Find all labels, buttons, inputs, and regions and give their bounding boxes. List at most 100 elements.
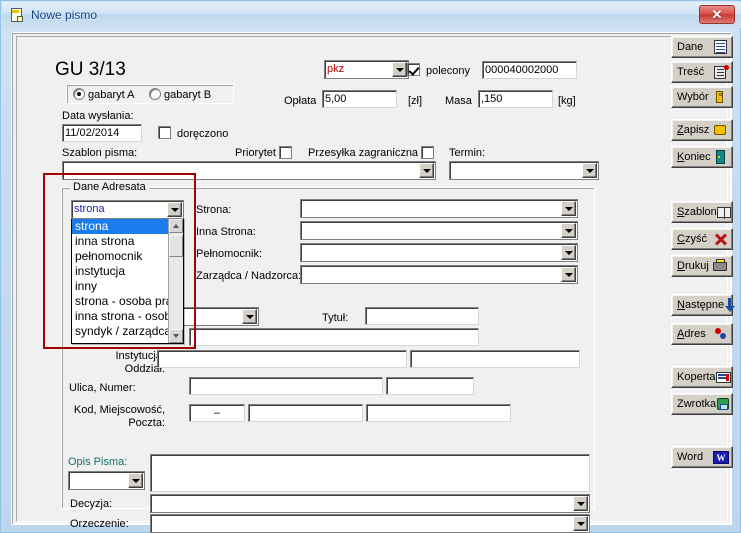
client-area: GU 3/13 gabaryt A gabaryt B Data wysłani…	[11, 32, 732, 533]
checkbox-foreign-shipment[interactable]	[421, 146, 434, 159]
label-strona: Strona:	[196, 204, 232, 216]
label-deadline: Termin:	[449, 147, 486, 159]
chevron-down-icon[interactable]	[561, 245, 576, 260]
document-list-icon	[713, 39, 729, 55]
next-arrow-icon	[724, 297, 740, 313]
button-label-rest: apisz	[683, 123, 710, 136]
tytul-input[interactable]	[365, 307, 479, 325]
inna-strona-combo[interactable]	[300, 221, 578, 240]
button-drukuj[interactable]: Drukuj	[671, 255, 733, 277]
dropdown-item[interactable]: inna strona	[72, 234, 183, 249]
checkbox-delivered[interactable]	[158, 126, 171, 139]
addressee-role-combo[interactable]: strona	[71, 200, 184, 219]
label-instytucja-line2: Oddział:	[124, 363, 165, 375]
label-date-sent: Data wysłania:	[62, 110, 134, 122]
pelnomocnik-combo[interactable]	[300, 243, 578, 262]
chevron-down-icon[interactable]	[561, 267, 576, 282]
chevron-down-icon[interactable]	[582, 163, 597, 178]
exit-door-icon	[713, 149, 729, 165]
button-zwrotka[interactable]: Zwrotka	[671, 393, 733, 415]
label-gabaryt-b: gabaryt B	[164, 89, 212, 101]
addressee-role-dropdown-list[interactable]: strona inna strona pełnomocnik instytucj…	[71, 218, 184, 344]
chevron-down-icon[interactable]	[419, 163, 434, 178]
label-priority: Priorytet	[235, 147, 276, 159]
hand-save-icon	[713, 123, 729, 138]
radio-gabaryt-b[interactable]	[149, 88, 161, 100]
date-sent-input[interactable]: 11/02/2014	[62, 124, 142, 142]
chevron-down-icon[interactable]	[242, 309, 257, 324]
opis-pisma-combo[interactable]	[68, 471, 145, 490]
oddzial-input[interactable]	[410, 350, 580, 368]
dropdown-item[interactable]: inna strona - osoba	[72, 309, 183, 324]
shipment-type-combo[interactable]: pkz	[324, 60, 409, 79]
return-receipt-icon	[716, 397, 732, 412]
dropdown-item[interactable]: inny	[72, 279, 183, 294]
label-orzeczenie: Orzeczenie:	[70, 518, 129, 530]
button-szablon[interactable]: Szablon	[671, 201, 733, 223]
dropdown-item[interactable]: instytucja	[72, 264, 183, 279]
miejscowosc-input[interactable]	[248, 404, 363, 422]
dropdown-item[interactable]: strona - osoba prawna	[72, 294, 183, 309]
button-zapisz[interactable]: Zapisz	[671, 119, 733, 141]
opis-pisma-textarea[interactable]	[150, 454, 590, 492]
button-koperta[interactable]: Koperta	[671, 366, 733, 388]
button-label: Czyść	[677, 232, 707, 245]
tracking-number-input[interactable]: 000040002000	[482, 61, 577, 79]
label-fee: Opłata	[284, 95, 317, 107]
radio-gabaryt-a[interactable]	[73, 88, 85, 100]
checkbox-priority[interactable]	[279, 146, 292, 159]
chevron-down-icon[interactable]	[561, 223, 576, 238]
dropdown-item[interactable]: strona	[72, 219, 183, 234]
zarzadca-nadzorca-combo[interactable]	[300, 265, 578, 284]
orzeczenie-combo[interactable]	[150, 514, 590, 533]
deadline-combo[interactable]	[449, 161, 599, 180]
mass-input[interactable]: ,150	[478, 90, 553, 108]
fee-input[interactable]: 5,00	[322, 90, 397, 108]
scrollbar-thumb[interactable]	[169, 235, 183, 257]
button-label: Drukuj	[677, 259, 709, 272]
window-title: Nowe pismo	[31, 8, 98, 22]
button-nastepne[interactable]: Następne	[671, 294, 736, 316]
label-instytucja-line1: Instytucja,	[115, 350, 165, 362]
form-panel: GU 3/13 gabaryt A gabaryt B Data wysłani…	[16, 36, 728, 533]
strona-combo[interactable]	[300, 199, 578, 218]
button-wybor[interactable]: Wybór	[671, 86, 733, 108]
accel-key: N	[677, 298, 685, 311]
template-combo[interactable]	[62, 161, 436, 180]
button-label: Koniec	[677, 150, 711, 163]
close-button[interactable]: ✕	[699, 5, 735, 24]
chevron-down-icon[interactable]	[167, 202, 182, 217]
scroll-up-icon[interactable]	[169, 219, 183, 233]
scroll-down-icon[interactable]	[169, 329, 183, 343]
decyzja-combo[interactable]	[150, 494, 590, 513]
button-word[interactable]: Word W	[671, 446, 733, 468]
label-gabaryt-a: gabaryt A	[88, 89, 135, 101]
dropdown-item[interactable]: syndyk / zarządca	[72, 324, 183, 339]
label-delivered: doręczono	[177, 128, 229, 140]
ulica-input[interactable]	[189, 377, 383, 395]
dropdown-scrollbar[interactable]	[168, 219, 183, 343]
instytucja-input[interactable]	[157, 350, 407, 368]
chevron-down-icon[interactable]	[561, 201, 576, 216]
checkbox-registered[interactable]	[407, 63, 420, 76]
addressee-kind-combo[interactable]	[177, 307, 259, 326]
button-dane[interactable]: Dane	[671, 36, 733, 58]
numer-input[interactable]	[386, 377, 474, 395]
chevron-down-icon[interactable]	[573, 516, 588, 531]
document-icon	[9, 7, 25, 23]
button-czysc[interactable]: Czyść	[671, 228, 733, 250]
shipment-type-value: pkz	[327, 63, 345, 75]
chevron-down-icon[interactable]	[573, 496, 588, 511]
chevron-down-icon[interactable]	[392, 62, 407, 77]
button-label: Treść	[677, 65, 705, 78]
adresat-input[interactable]	[189, 328, 479, 346]
button-label: Szablon	[677, 205, 717, 218]
button-koniec[interactable]: Koniec	[671, 146, 733, 168]
button-tresc[interactable]: Treść	[671, 61, 733, 83]
poczta-input[interactable]	[366, 404, 511, 422]
kod-input[interactable]: –	[189, 404, 245, 422]
label-template: Szablon pisma:	[62, 147, 138, 159]
dropdown-item[interactable]: pełnomocnik	[72, 249, 183, 264]
chevron-down-icon[interactable]	[128, 473, 143, 488]
button-adres[interactable]: Adres	[671, 323, 733, 345]
